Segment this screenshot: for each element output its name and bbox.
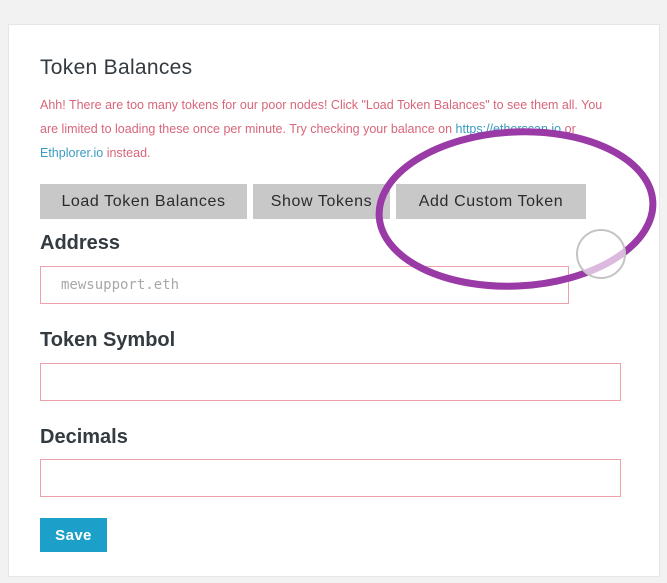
decimals-label: Decimals <box>40 426 128 448</box>
add-custom-token-button[interactable]: Add Custom Token <box>396 184 586 219</box>
warning-after-text: instead. <box>103 146 151 160</box>
save-button[interactable]: Save <box>40 518 107 552</box>
token-warning-message: Ahh! There are too many tokens for our p… <box>40 93 615 165</box>
show-tokens-button[interactable]: Show Tokens <box>253 184 390 219</box>
token-symbol-input[interactable] <box>40 363 621 401</box>
decimals-input[interactable] <box>40 459 621 497</box>
token-symbol-label: Token Symbol <box>40 329 176 351</box>
etherscan-link[interactable]: https://etherscan.io <box>456 122 562 136</box>
address-input[interactable] <box>40 266 569 304</box>
panel-title: Token Balances <box>40 56 193 79</box>
load-token-balances-button[interactable]: Load Token Balances <box>40 184 247 219</box>
token-balances-panel: Token Balances Ahh! There are too many t… <box>8 24 660 577</box>
ethplorer-link[interactable]: Ethplorer.io <box>40 146 103 160</box>
address-label: Address <box>40 232 121 254</box>
warning-or-text: or <box>561 122 576 136</box>
